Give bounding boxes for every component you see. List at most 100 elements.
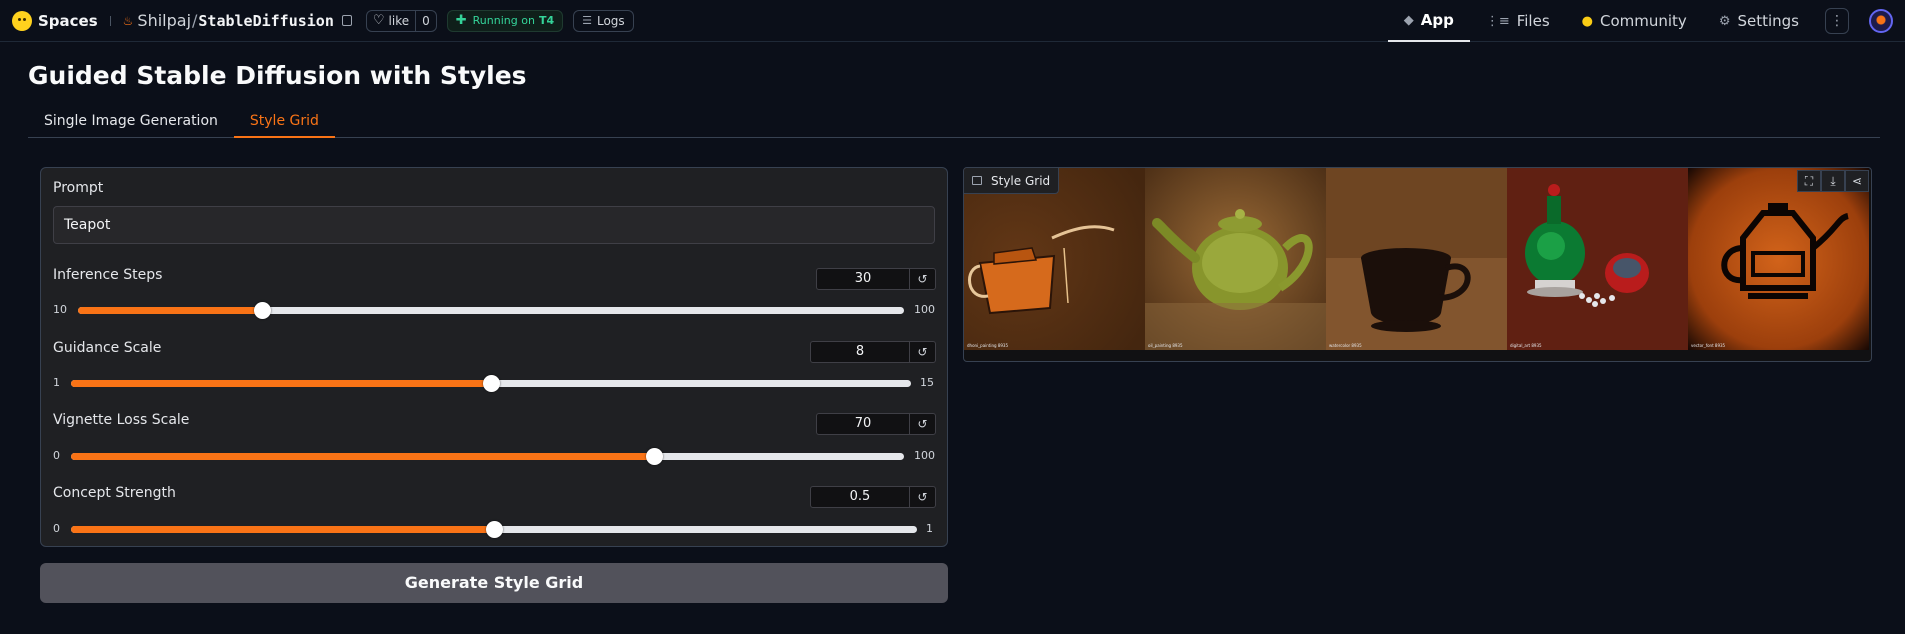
like-widget: ♡ like 0 (365, 9, 437, 32)
style-image-2[interactable]: oil_painting 8935 (1145, 168, 1326, 350)
heart-icon: ♡ (372, 13, 385, 28)
slider-fill (78, 307, 262, 314)
page-title: Guided Stable Diffusion with Styles (28, 61, 527, 90)
inference-steps-label: Inference Steps (53, 267, 163, 283)
gallery-images: dhoni_painting 8935 oil_painting 8935 wa… (964, 168, 1871, 361)
tab-style-grid[interactable]: Style Grid (233, 110, 335, 138)
more-options-button[interactable]: ⋮ (1825, 8, 1849, 34)
image-caption: watercolor 8935 (1329, 343, 1362, 348)
guidance-scale-slider[interactable] (71, 375, 911, 392)
guidance-scale-number: 8 ↺ (810, 341, 936, 363)
tab-files-label: Files (1516, 12, 1550, 30)
like-label: like (388, 13, 410, 28)
brand-label: Spaces (38, 11, 98, 30)
reset-icon[interactable]: ↺ (909, 269, 935, 289)
tab-settings[interactable]: ⚙ Settings (1703, 0, 1815, 42)
hardware-label: T4 (538, 14, 555, 27)
repo-owner-link[interactable]: Shilpaj (137, 11, 191, 30)
style-image-4[interactable]: digital_art 8935 (1507, 168, 1688, 350)
concept-strength-number: 0.5 ↺ (810, 486, 936, 508)
style-grid-gallery: Style Grid ⛶ ⤓ ⋖ dhoni_painting 8935 oil… (963, 167, 1872, 362)
logs-icon: ☰ (582, 14, 592, 27)
parameters-panel: Prompt Teapot Inference Steps 30 ↺ 10 10… (40, 167, 948, 547)
slider-thumb[interactable] (483, 375, 500, 392)
slider-fill (71, 453, 654, 460)
hugging-face-logo-icon (12, 10, 32, 31)
concept-strength-label: Concept Strength (53, 485, 176, 501)
slider-thumb[interactable] (646, 448, 663, 465)
vignette-loss-scale-max: 100 (914, 449, 935, 462)
image-caption: vector_font 8935 (1691, 343, 1726, 348)
tab-app-label: App (1420, 11, 1454, 29)
style-image-5[interactable]: vector_font 8935 (1688, 168, 1869, 350)
share-icon[interactable]: ⋖ (1845, 170, 1869, 192)
inference-steps-slider[interactable] (78, 302, 904, 319)
logs-button[interactable]: ☰ Logs (573, 9, 634, 32)
running-label: Running on (472, 14, 535, 27)
tab-files[interactable]: ⋮≡ Files (1470, 0, 1566, 42)
space-tabs: ◆ App ⋮≡ Files ● Community ⚙ Settings ⋮ (1387, 0, 1905, 42)
more-icon: ⋮ (1830, 13, 1844, 29)
image-caption: oil_painting 8935 (1148, 343, 1183, 348)
like-count[interactable]: 0 (416, 14, 436, 28)
style-image-3[interactable]: watercolor 8935 (1326, 168, 1507, 350)
style-image-1[interactable]: dhoni_painting 8935 (964, 168, 1145, 350)
vignette-loss-scale-value[interactable]: 70 (817, 414, 909, 434)
tab-settings-label: Settings (1737, 12, 1799, 30)
inference-steps-value[interactable]: 30 (817, 269, 909, 289)
app-icon: ◆ (1403, 12, 1414, 28)
generation-mode-tabs: Single Image Generation Style Grid (28, 110, 1880, 138)
slider-fill (71, 526, 494, 533)
concept-strength-value[interactable]: 0.5 (811, 487, 909, 507)
repo-name-link[interactable]: StableDiffusion (198, 12, 333, 30)
download-icon[interactable]: ⤓ (1821, 170, 1845, 192)
inference-steps-min: 10 (53, 303, 67, 316)
logs-label: Logs (596, 13, 625, 28)
reset-icon[interactable]: ↺ (909, 342, 935, 362)
files-icon: ⋮≡ (1485, 13, 1510, 29)
guidance-scale-max: 15 (920, 376, 934, 389)
vignette-loss-scale-number: 70 ↺ (816, 413, 936, 435)
gallery-label: Style Grid (964, 168, 1060, 194)
prompt-input[interactable]: Teapot (53, 206, 935, 244)
runtime-status-badge[interactable]: ✚ Running on T4 (446, 9, 564, 32)
reset-icon[interactable]: ↺ (909, 487, 935, 507)
gear-icon: ⚙ (1718, 13, 1731, 29)
vignette-loss-scale-label: Vignette Loss Scale (53, 412, 190, 428)
tab-community[interactable]: ● Community (1566, 0, 1703, 42)
slider-thumb[interactable] (486, 521, 503, 538)
guidance-scale-value[interactable]: 8 (811, 342, 909, 362)
image-caption: dhoni_painting 8935 (967, 343, 1009, 348)
image-icon (972, 176, 982, 185)
runtime-icon: ✚ (455, 13, 467, 28)
slider-fill (71, 380, 491, 387)
vignette-loss-scale-min: 0 (53, 449, 60, 462)
spaces-home-link[interactable]: Spaces (12, 10, 98, 31)
gallery-label-text: Style Grid (991, 173, 1051, 188)
divider (109, 15, 111, 26)
top-navigation-bar: Spaces ♨ Shilpaj / StableDiffusion ♡ lik… (0, 0, 1905, 42)
prompt-label: Prompt (53, 180, 104, 196)
concept-strength-max: 1 (926, 522, 933, 535)
fullscreen-icon[interactable]: ⛶ (1797, 170, 1821, 192)
reset-icon[interactable]: ↺ (909, 414, 935, 434)
repo-path-separator: / (192, 11, 198, 30)
generate-style-grid-button[interactable]: Generate Style Grid (40, 563, 948, 603)
inference-steps-max: 100 (914, 303, 935, 316)
guidance-scale-min: 1 (53, 376, 60, 389)
concept-strength-min: 0 (53, 522, 60, 535)
tab-community-label: Community (1599, 12, 1687, 30)
copy-icon[interactable] (341, 15, 352, 26)
fire-icon: ♨ (122, 13, 134, 28)
image-caption: digital_art 8935 (1510, 343, 1542, 348)
guidance-scale-label: Guidance Scale (53, 340, 162, 356)
community-icon: ● (1581, 13, 1593, 29)
user-avatar[interactable] (1869, 9, 1893, 33)
tab-single-image-generation[interactable]: Single Image Generation (28, 110, 234, 138)
concept-strength-slider[interactable] (71, 521, 917, 538)
tab-app[interactable]: ◆ App (1387, 0, 1470, 42)
vignette-loss-scale-slider[interactable] (71, 448, 904, 465)
inference-steps-number: 30 ↺ (816, 268, 936, 290)
slider-thumb[interactable] (254, 302, 271, 319)
like-button[interactable]: ♡ like (367, 10, 417, 31)
